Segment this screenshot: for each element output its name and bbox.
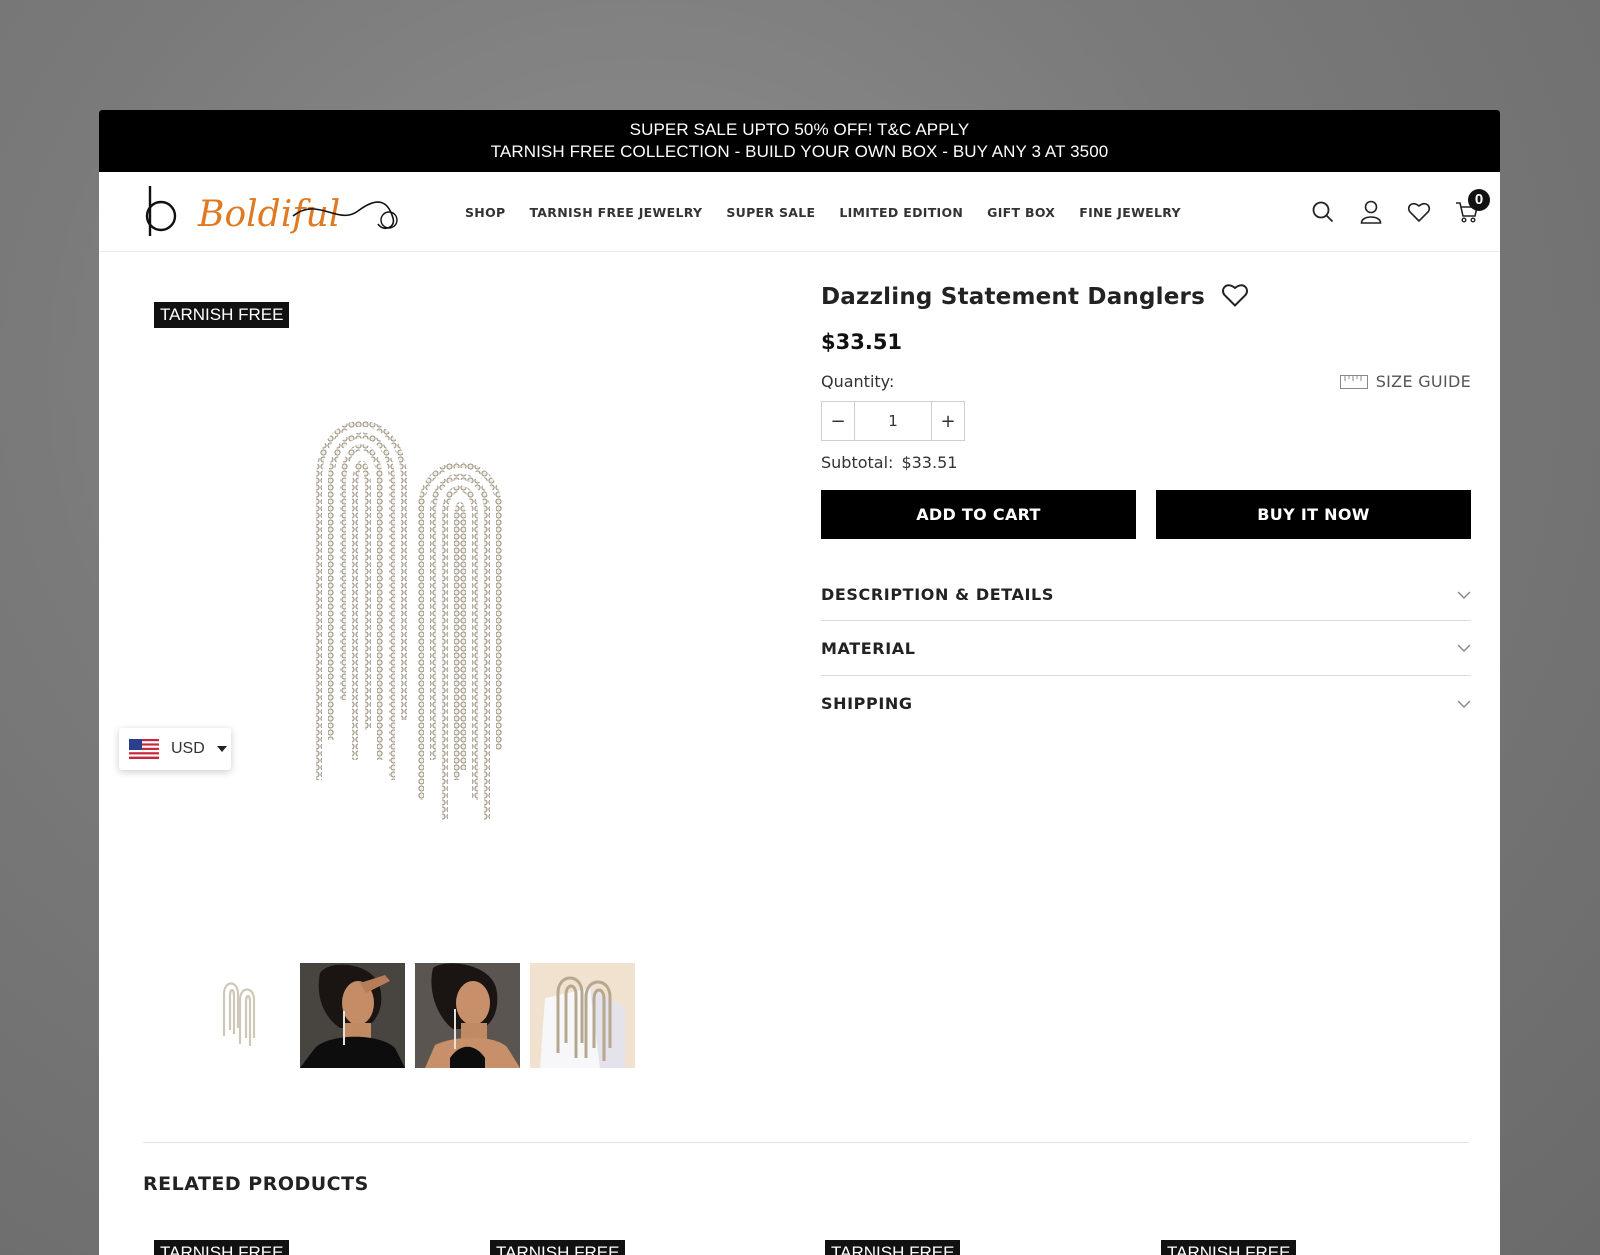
main-product-image[interactable] (299, 400, 599, 880)
related-badge-3: TARNISH FREE (825, 1240, 961, 1255)
related-badge-4: TARNISH FREE (1161, 1240, 1297, 1255)
wishlist-heart-icon[interactable] (1221, 282, 1249, 312)
main-nav: SHOP TARNISH FREE JEWELRY SUPER SALE LIM… (465, 172, 1205, 252)
thumbnail-earrings-on-stand[interactable] (530, 963, 635, 1068)
quantity-stepper: − 1 + (821, 401, 965, 441)
cart-icon[interactable]: 0 (1454, 189, 1490, 225)
logo-wordmark: Boldiful (197, 194, 340, 235)
subtotal-value: $33.51 (901, 453, 958, 472)
us-flag-icon (129, 739, 159, 759)
chevron-down-icon (1457, 591, 1471, 599)
header-icons: 0 (1310, 172, 1490, 252)
accordion-shipping-label: SHIPPING (821, 694, 913, 713)
chevron-down-icon (1457, 700, 1471, 708)
tarnish-free-badge: TARNISH FREE (154, 302, 290, 328)
nav-limited-edition[interactable]: LIMITED EDITION (839, 205, 963, 220)
browser-page: SUPER SALE UPTO 50% OFF! T&C APPLY TARNI… (99, 110, 1500, 1255)
brand-logo[interactable]: Boldiful (143, 186, 403, 242)
thumbnail-model-side-view[interactable] (300, 963, 405, 1068)
chevron-down-icon (1457, 644, 1471, 652)
related-badge-1: TARNISH FREE (154, 1240, 290, 1255)
related-badge-2: TARNISH FREE (490, 1240, 626, 1255)
subtotal-label: Subtotal: (821, 453, 894, 472)
quantity-input[interactable]: 1 (854, 402, 932, 440)
product-info: Dazzling Statement Danglers $33.51 Quant… (821, 282, 1471, 731)
search-icon[interactable] (1310, 199, 1336, 225)
nav-shop[interactable]: SHOP (465, 205, 505, 220)
quantity-decrease-button[interactable]: − (822, 402, 854, 440)
nav-gift-box[interactable]: GIFT BOX (987, 205, 1055, 220)
accordion-description[interactable]: DESCRIPTION & DETAILS (821, 569, 1471, 621)
related-products-title: RELATED PRODUCTS (143, 1173, 369, 1195)
cart-count-badge: 0 (1468, 189, 1490, 211)
announcement-line-1[interactable]: SUPER SALE UPTO 50% OFF! T&C APPLY (99, 119, 1500, 141)
nav-tarnish-free-jewelry[interactable]: TARNISH FREE JEWELRY (529, 205, 702, 220)
thumbnail-earrings-product[interactable] (185, 963, 290, 1068)
accordion-description-label: DESCRIPTION & DETAILS (821, 585, 1054, 604)
buy-it-now-button[interactable]: BUY IT NOW (1156, 490, 1471, 539)
nav-fine-jewelry[interactable]: FINE JEWELRY (1079, 205, 1181, 220)
section-divider (143, 1142, 1469, 1143)
product-price: $33.51 (821, 330, 903, 354)
size-guide-label: SIZE GUIDE (1375, 372, 1471, 391)
quantity-label: Quantity: (821, 372, 895, 391)
announcement-bar: SUPER SALE UPTO 50% OFF! T&C APPLY TARNI… (99, 110, 1500, 172)
product-accordion: DESCRIPTION & DETAILS MATERIAL SHIPPING (821, 569, 1471, 731)
quantity-increase-button[interactable]: + (932, 402, 964, 440)
size-guide-link[interactable]: SIZE GUIDE (1339, 372, 1471, 391)
account-icon[interactable] (1358, 199, 1384, 225)
thumbnail-model-eyes-closed[interactable] (415, 963, 520, 1068)
accordion-material-label: MATERIAL (821, 638, 916, 658)
ruler-icon (1339, 374, 1368, 389)
product-title: Dazzling Statement Danglers (821, 284, 1205, 310)
wishlist-icon[interactable] (1406, 199, 1432, 225)
caret-down-icon (216, 746, 227, 752)
nav-super-sale[interactable]: SUPER SALE (726, 205, 815, 220)
accordion-shipping[interactable]: SHIPPING (821, 676, 1471, 731)
accordion-material[interactable]: MATERIAL (821, 621, 1471, 676)
site-header: Boldiful SHOP TARNISH FREE JEWELRY SUPER… (99, 172, 1500, 252)
announcement-line-2[interactable]: TARNISH FREE COLLECTION - BUILD YOUR OWN… (99, 141, 1500, 163)
currency-code: USD (171, 740, 205, 757)
add-to-cart-button[interactable]: ADD TO CART (821, 490, 1136, 539)
currency-selector[interactable]: USD (119, 728, 231, 770)
subtotal: Subtotal: $33.51 (821, 453, 1471, 472)
thumbnail-strip (185, 963, 635, 1068)
